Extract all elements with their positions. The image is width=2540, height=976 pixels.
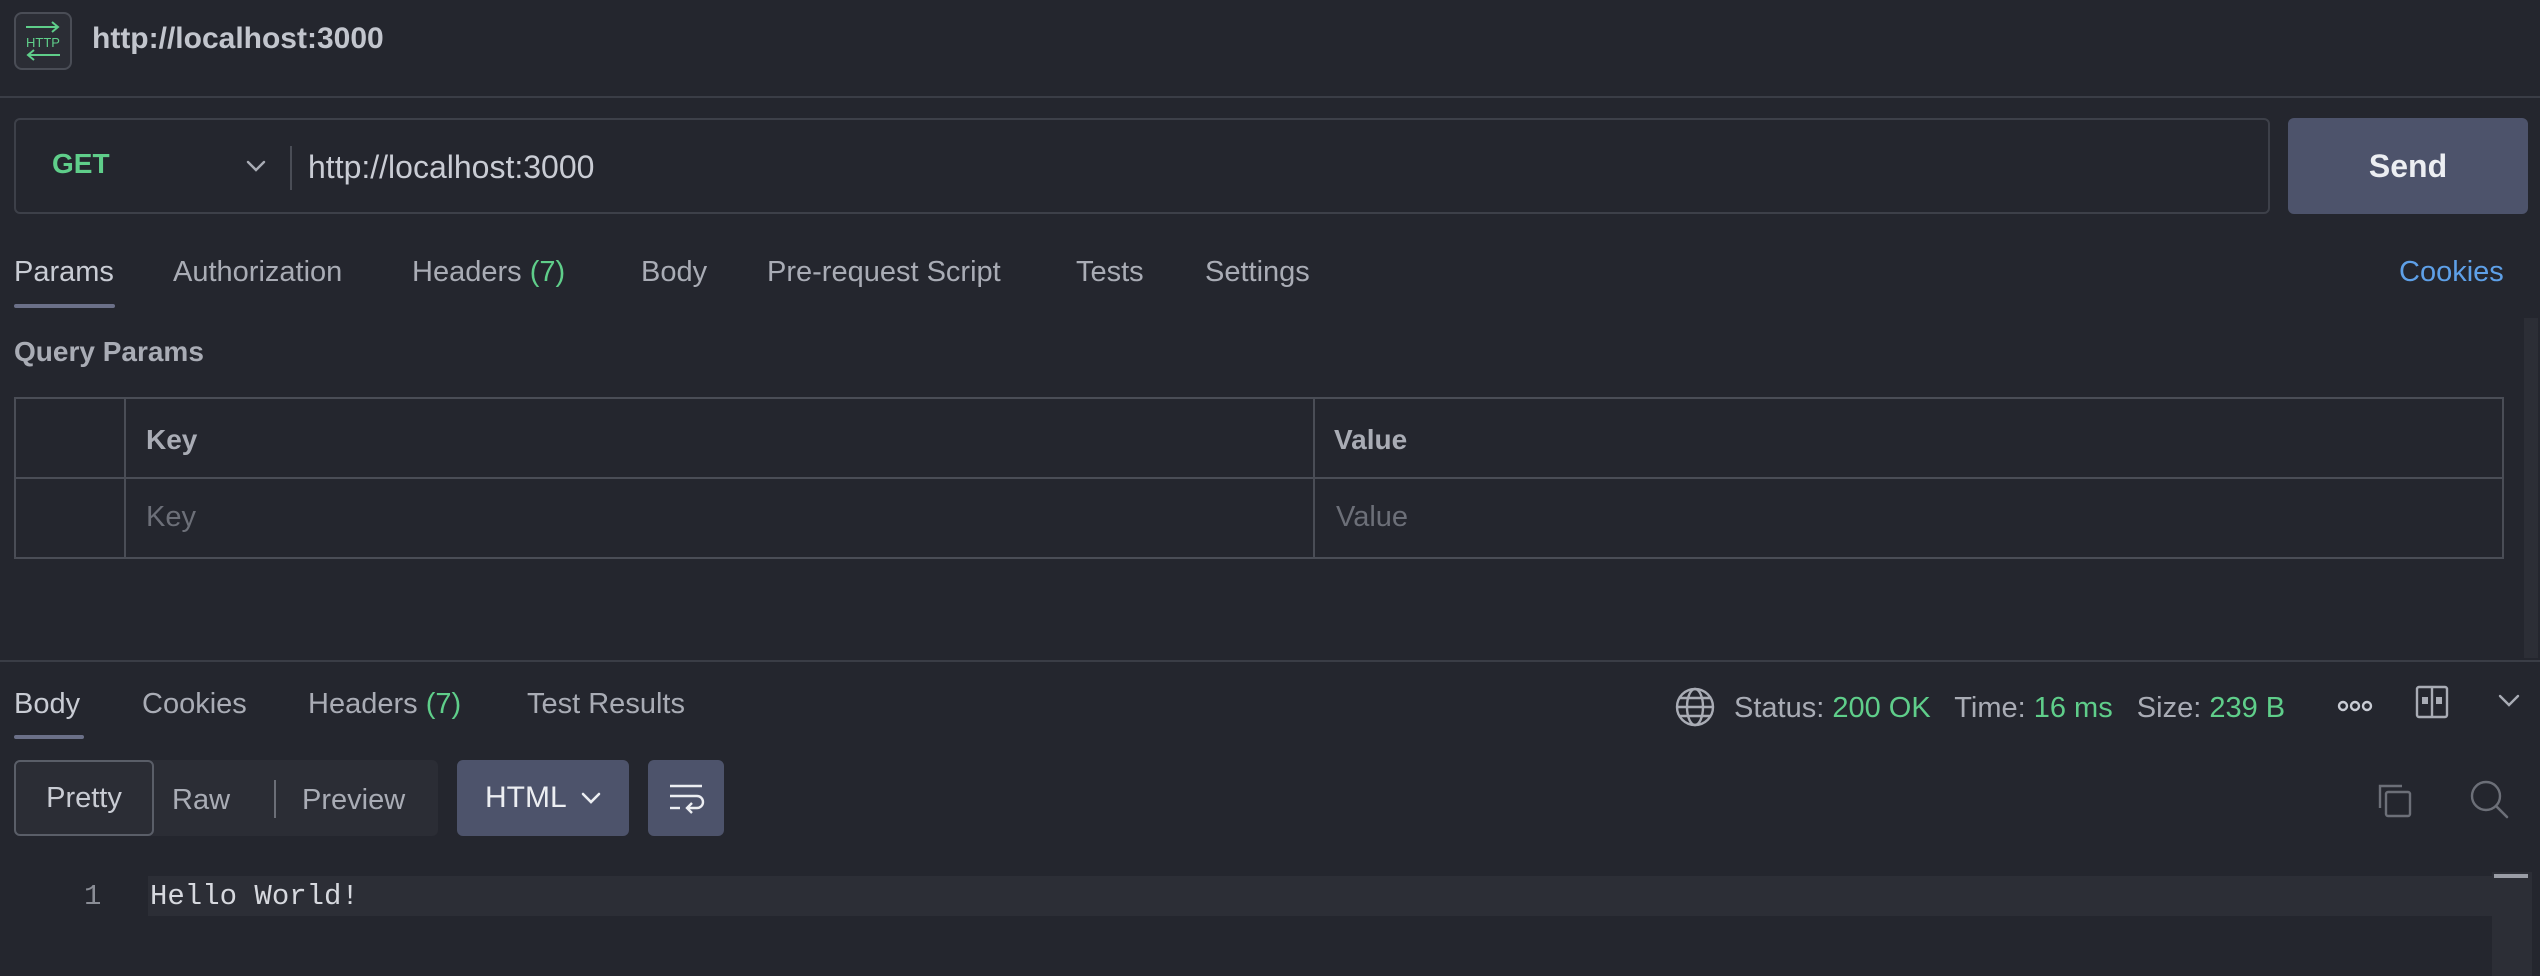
- column-divider: [124, 399, 126, 557]
- size-value[interactable]: 239 B: [2209, 692, 2285, 724]
- url-bar: GET: [14, 118, 2270, 214]
- column-header-value: Value: [1334, 424, 1408, 455]
- response-tab-test-results[interactable]: Test Results: [527, 688, 685, 721]
- tab-headers[interactable]: Headers (7): [412, 256, 565, 289]
- send-button[interactable]: Send: [2288, 118, 2528, 214]
- globe-icon[interactable]: [1674, 686, 1716, 728]
- layout-icon[interactable]: [2414, 684, 2450, 720]
- response-status: Status: 200 OK Time: 16 ms Size: 239 B: [1734, 692, 2285, 725]
- pretty-button[interactable]: Pretty: [14, 760, 154, 836]
- tab-params[interactable]: Params: [14, 256, 114, 289]
- column-header-key: Key: [146, 424, 198, 455]
- scrollbar-thumb[interactable]: [2494, 874, 2528, 878]
- scrollbar[interactable]: [2524, 318, 2538, 658]
- param-key-input[interactable]: [146, 483, 1296, 551]
- tab-headers-label: Headers: [412, 256, 522, 288]
- http-badge-text: HTTP: [26, 35, 60, 50]
- tab-body[interactable]: Body: [641, 256, 707, 289]
- column-divider: [1313, 399, 1315, 557]
- time-label: Time:: [1954, 692, 2026, 724]
- method-select[interactable]: GET: [52, 148, 110, 180]
- request-title: http://localhost:3000: [92, 22, 384, 55]
- preview-button[interactable]: Preview: [302, 784, 405, 817]
- time-value[interactable]: 16 ms: [2034, 692, 2113, 724]
- chevron-down-icon[interactable]: [242, 152, 270, 180]
- headers-count: (7): [529, 256, 566, 288]
- search-icon[interactable]: [2468, 778, 2510, 820]
- format-select[interactable]: HTML: [457, 760, 629, 836]
- url-input[interactable]: [308, 136, 2208, 198]
- response-tab-headers-label: Headers: [308, 688, 418, 720]
- table-header-row: [16, 399, 2502, 479]
- response-tab-headers[interactable]: Headers (7): [308, 688, 461, 721]
- pane-divider[interactable]: [0, 660, 2540, 662]
- copy-icon[interactable]: [2374, 780, 2414, 820]
- response-headers-count: (7): [425, 688, 462, 720]
- segment-divider: [274, 780, 276, 818]
- more-icon[interactable]: [2336, 692, 2374, 720]
- tab-authorization[interactable]: Authorization: [173, 256, 342, 289]
- scrollbar[interactable]: [2492, 872, 2532, 976]
- raw-button[interactable]: Raw: [172, 784, 230, 817]
- wrap-icon: [670, 784, 705, 814]
- line-number: 1: [84, 880, 102, 913]
- url-divider: [290, 146, 292, 190]
- params-table: Key Value: [14, 397, 2504, 559]
- cookies-link[interactable]: Cookies: [2399, 256, 2504, 289]
- response-tab-cookies[interactable]: Cookies: [142, 688, 247, 721]
- size-label: Size:: [2136, 692, 2202, 724]
- chevron-down-icon[interactable]: [2494, 686, 2524, 716]
- query-params-title: Query Params: [14, 336, 204, 367]
- status-value[interactable]: 200 OK: [1832, 692, 1930, 724]
- wrap-lines-button[interactable]: [648, 760, 724, 836]
- active-line-highlight: [148, 876, 2494, 916]
- param-value-input[interactable]: [1336, 483, 2486, 551]
- chevron-down-icon: [581, 792, 600, 804]
- response-tab-body[interactable]: Body: [14, 688, 80, 721]
- format-label: HTML: [485, 781, 567, 814]
- tab-tests[interactable]: Tests: [1076, 256, 1144, 289]
- status-label: Status:: [1734, 692, 1825, 724]
- active-tab-indicator: [14, 304, 115, 308]
- response-body-text[interactable]: Hello World!: [150, 880, 359, 913]
- tab-settings[interactable]: Settings: [1205, 256, 1310, 289]
- active-tab-indicator: [14, 735, 84, 739]
- tab-pre-request-script[interactable]: Pre-request Script: [767, 256, 1001, 289]
- http-icon: HTTP: [14, 12, 72, 70]
